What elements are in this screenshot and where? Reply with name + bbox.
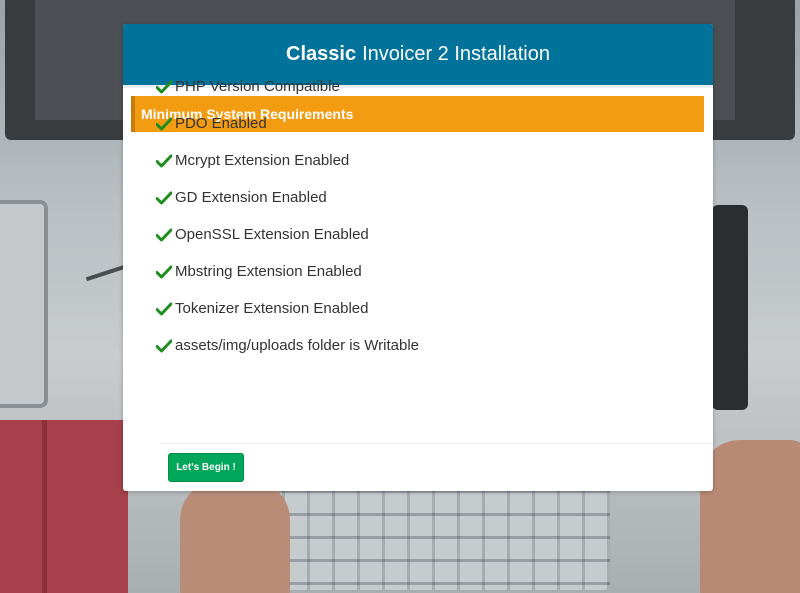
header-brand: Classic [286,43,357,65]
checkmark-icon [156,190,172,206]
requirement-item: PHP Version Compatible [156,68,419,105]
installation-card: Classic Invoicer 2 Installation Minimum … [123,24,713,491]
checkmark-icon [156,79,172,95]
requirement-item: OpenSSL Extension Enabled [156,216,419,253]
requirement-label: Mbstring Extension Enabled [175,263,362,280]
requirement-item: Mbstring Extension Enabled [156,253,419,290]
requirements-list: PHP Version Compatible PDO Enabled Mcrypt … [156,68,419,364]
checkmark-icon [156,338,172,354]
requirement-label: Tokenizer Extension Enabled [175,300,369,317]
requirement-label: PDO Enabled [175,115,267,132]
checkmark-icon [156,116,172,132]
requirement-item: GD Extension Enabled [156,179,419,216]
divider [160,443,713,444]
requirement-label: assets/img/uploads folder is Writable [175,337,419,354]
background-hand-left [180,480,290,593]
background-laptop [0,200,48,408]
checkmark-icon [156,301,172,317]
requirement-item: PDO Enabled [156,105,419,142]
background-notebook [0,420,128,593]
requirement-label: OpenSSL Extension Enabled [175,226,369,243]
header-title: Invoicer 2 Installation [362,43,550,65]
checkmark-icon [156,264,172,280]
requirement-label: GD Extension Enabled [175,189,327,206]
background-hand-right [700,440,800,593]
requirement-item: assets/img/uploads folder is Writable [156,327,419,364]
checkmark-icon [156,227,172,243]
background-notebook-strap [42,420,47,593]
background-phone [712,205,748,410]
checkmark-icon [156,153,172,169]
requirement-label: Mcrypt Extension Enabled [175,152,350,169]
requirement-item: Tokenizer Extension Enabled [156,290,419,327]
requirement-item: Mcrypt Extension Enabled [156,142,419,179]
lets-begin-button[interactable]: Let's Begin ! [168,453,244,482]
requirement-label: PHP Version Compatible [175,78,340,95]
